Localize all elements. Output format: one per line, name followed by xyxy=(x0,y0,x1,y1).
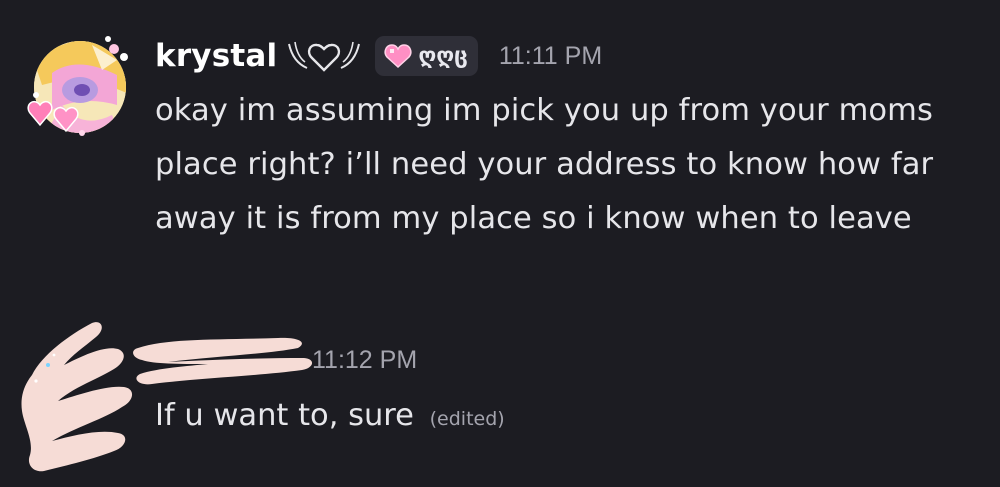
username[interactable]: krystal xyxy=(155,38,277,74)
message-text: If u want to, sure xyxy=(155,398,414,433)
redacted-avatar xyxy=(21,322,133,472)
message-text: okay im assuming im pick you up from you… xyxy=(155,93,934,236)
avatar[interactable] xyxy=(22,35,134,140)
guild-tag[interactable]: ღღც xyxy=(375,36,478,76)
edited-label: (edited) xyxy=(429,408,505,430)
redacted-username xyxy=(133,337,313,385)
guild-tag-text: ღღც xyxy=(418,43,468,69)
pink-pixel-heart-icon xyxy=(384,44,412,68)
timestamp: 11:12 PM xyxy=(312,346,418,374)
message-content: If u want to, sure (edited) xyxy=(155,392,505,443)
chat-view: krystal ღღც 11:11 PM okay im assuming im… xyxy=(0,0,1000,487)
timestamp: 11:11 PM xyxy=(498,41,603,70)
winged-heart-icon xyxy=(288,41,361,72)
message-header: krystal ღღც 11:11 PM xyxy=(155,30,602,82)
